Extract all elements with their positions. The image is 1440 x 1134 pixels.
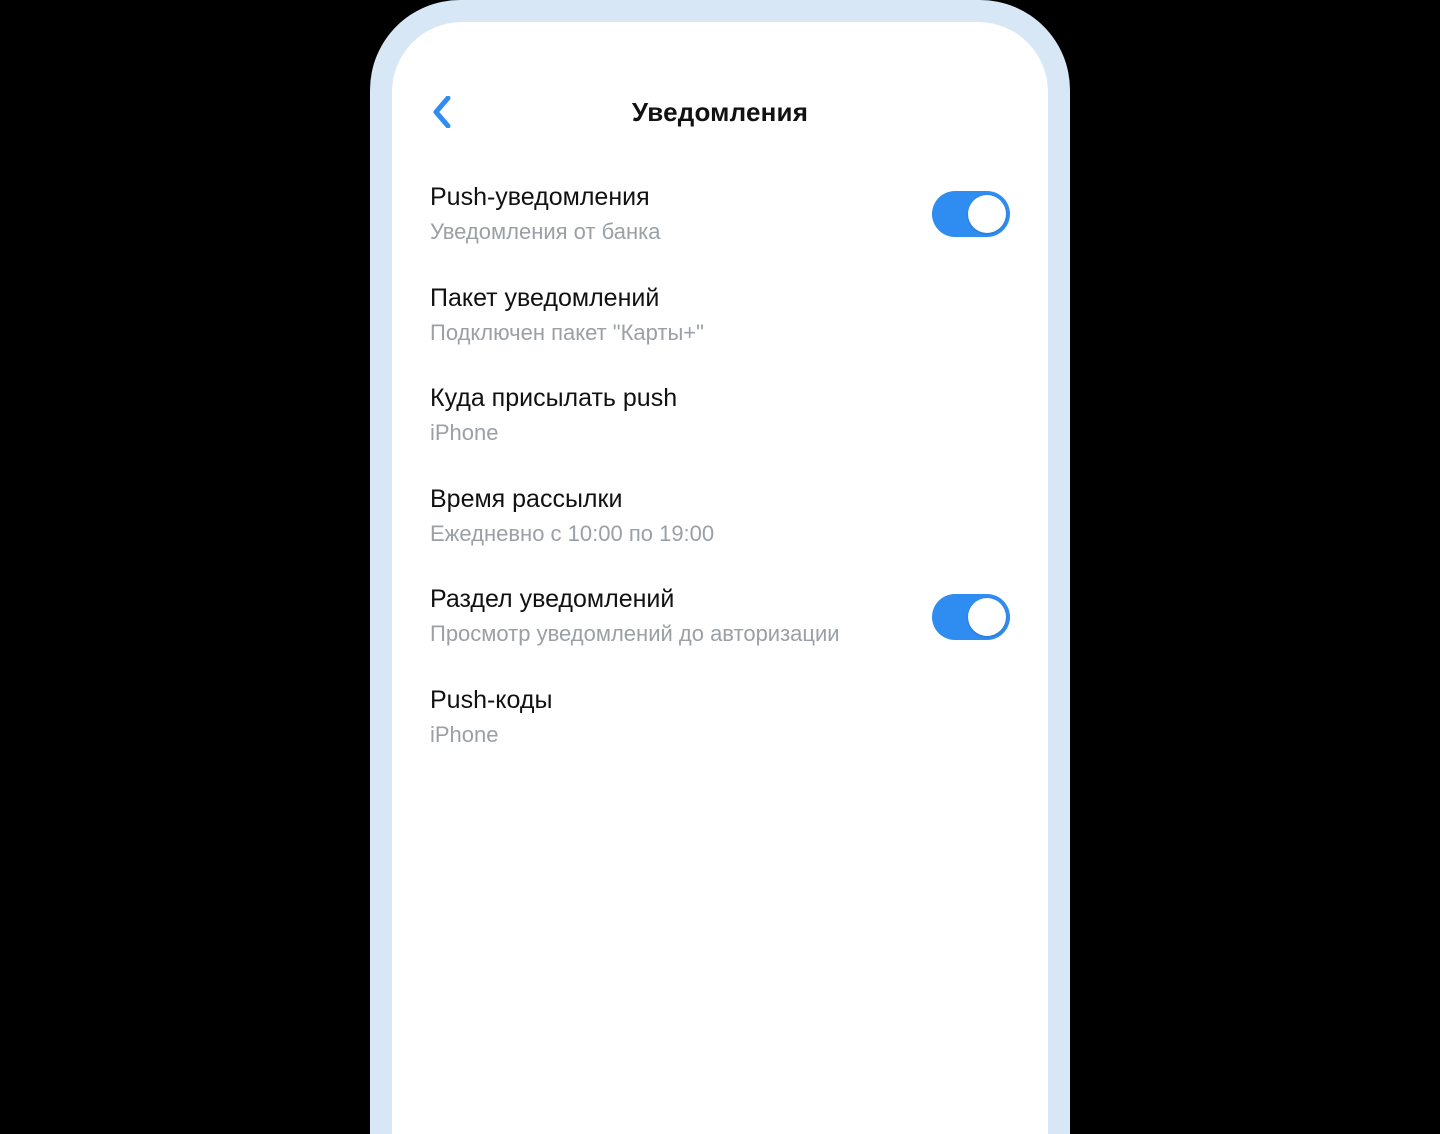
row-title: Push-уведомления bbox=[430, 182, 660, 212]
settings-list: Push-уведомления Уведомления от банка Па… bbox=[392, 144, 1048, 768]
row-subtitle: Ежедневно с 10:00 по 19:00 bbox=[430, 520, 714, 549]
row-text: Раздел уведомлений Просмотр уведомлений … bbox=[430, 584, 840, 649]
row-text: Пакет уведомлений Подключен пакет "Карты… bbox=[430, 283, 704, 348]
row-title: Пакет уведомлений bbox=[430, 283, 704, 313]
row-subtitle: Просмотр уведомлений до авторизации bbox=[430, 620, 840, 649]
toggle-push-notifications[interactable] bbox=[932, 191, 1010, 237]
screen: Уведомления Push-уведомления Уведомления… bbox=[392, 22, 1048, 1134]
row-subtitle: iPhone bbox=[430, 419, 677, 448]
row-subtitle: iPhone bbox=[430, 721, 552, 750]
row-title: Куда присылать push bbox=[430, 383, 677, 413]
row-title: Время рассылки bbox=[430, 484, 714, 514]
row-delivery-time[interactable]: Время рассылки Ежедневно с 10:00 по 19:0… bbox=[392, 466, 1048, 567]
row-push-destination[interactable]: Куда присылать push iPhone bbox=[392, 365, 1048, 466]
row-title: Push-коды bbox=[430, 685, 552, 715]
toggle-notification-section[interactable] bbox=[932, 594, 1010, 640]
row-text: Куда присылать push iPhone bbox=[430, 383, 677, 448]
phone-frame: Уведомления Push-уведомления Уведомления… bbox=[370, 0, 1070, 1134]
page-title: Уведомления bbox=[632, 97, 808, 128]
toggle-knob bbox=[968, 195, 1006, 233]
chevron-left-icon bbox=[432, 96, 452, 128]
row-push-codes[interactable]: Push-коды iPhone bbox=[392, 667, 1048, 768]
row-subtitle: Подключен пакет "Карты+" bbox=[430, 319, 704, 348]
row-notification-package[interactable]: Пакет уведомлений Подключен пакет "Карты… bbox=[392, 265, 1048, 366]
row-subtitle: Уведомления от банка bbox=[430, 218, 660, 247]
back-button[interactable] bbox=[420, 90, 464, 134]
row-push-notifications[interactable]: Push-уведомления Уведомления от банка bbox=[392, 164, 1048, 265]
row-notification-section[interactable]: Раздел уведомлений Просмотр уведомлений … bbox=[392, 566, 1048, 667]
toggle-knob bbox=[968, 598, 1006, 636]
row-text: Время рассылки Ежедневно с 10:00 по 19:0… bbox=[430, 484, 714, 549]
row-title: Раздел уведомлений bbox=[430, 584, 840, 614]
row-text: Push-уведомления Уведомления от банка bbox=[430, 182, 660, 247]
row-text: Push-коды iPhone bbox=[430, 685, 552, 750]
nav-bar: Уведомления bbox=[392, 80, 1048, 144]
